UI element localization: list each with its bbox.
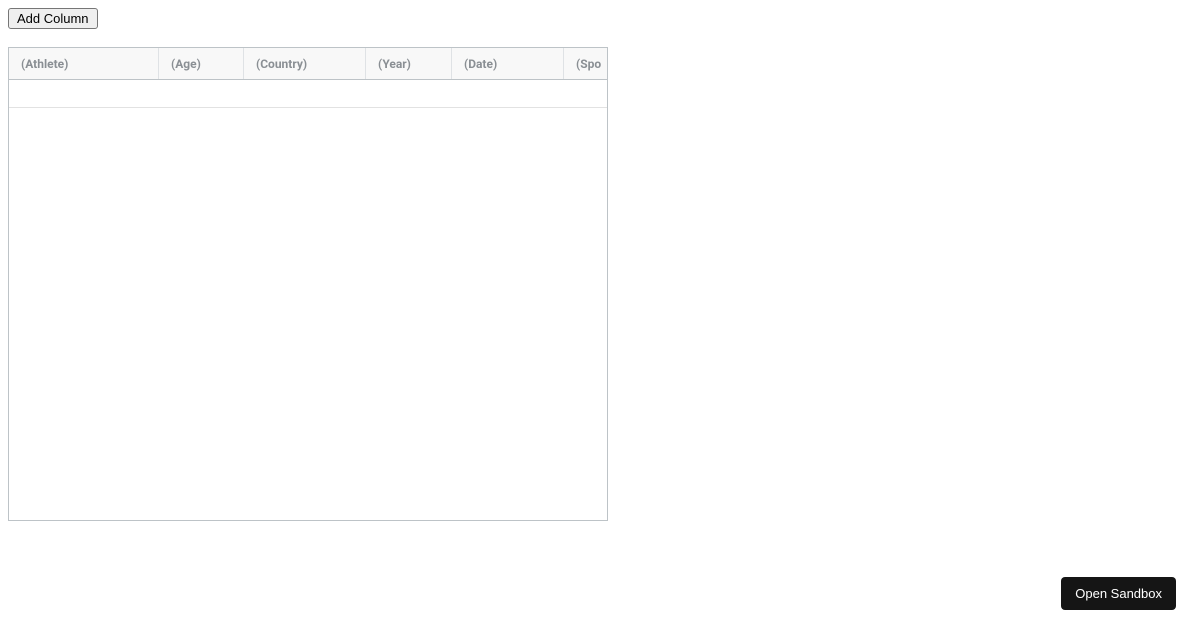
column-header-sport[interactable]: (Spo	[564, 48, 607, 79]
open-sandbox-button[interactable]: Open Sandbox	[1061, 577, 1176, 610]
grid-row[interactable]	[9, 80, 607, 108]
column-header-age[interactable]: (Age)	[159, 48, 244, 79]
add-column-button[interactable]: Add Column	[8, 8, 98, 29]
column-header-date[interactable]: (Date)	[452, 48, 564, 79]
column-header-athlete[interactable]: (Athlete)	[9, 48, 159, 79]
column-header-country[interactable]: (Country)	[244, 48, 366, 79]
grid-header-row: (Athlete) (Age) (Country) (Year) (Date) …	[9, 48, 607, 80]
data-grid: (Athlete) (Age) (Country) (Year) (Date) …	[8, 47, 608, 521]
grid-body[interactable]	[9, 80, 607, 520]
column-header-year[interactable]: (Year)	[366, 48, 452, 79]
